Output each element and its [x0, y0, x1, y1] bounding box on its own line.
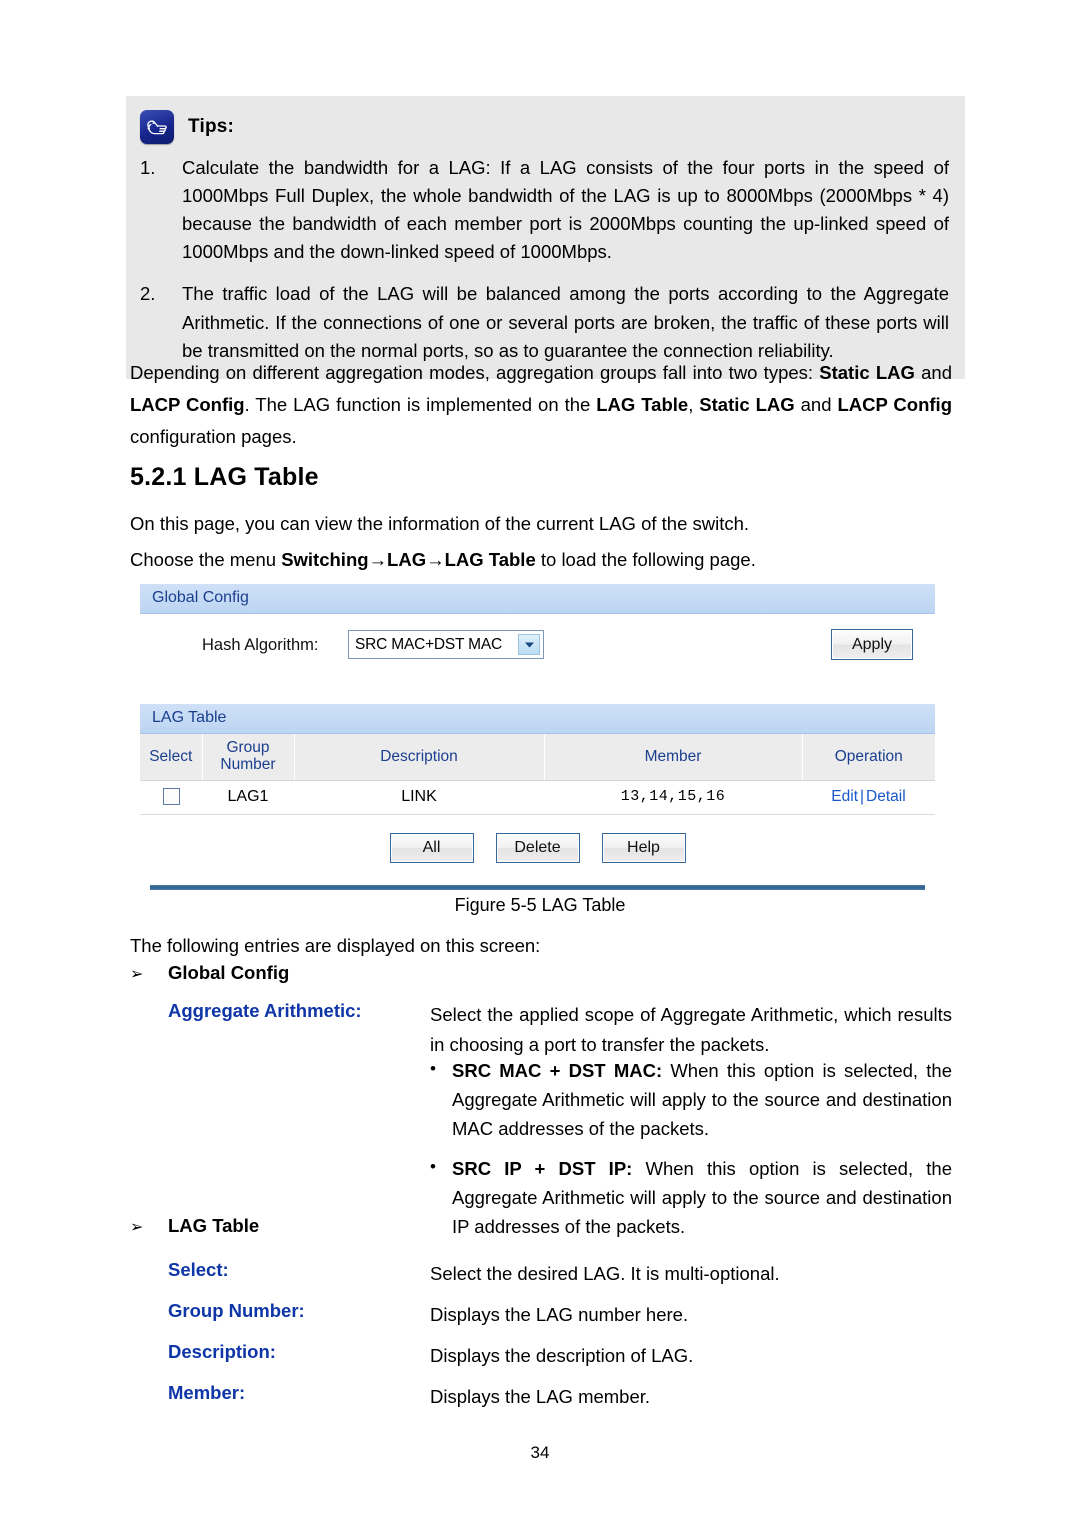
column-header-group-number: Group Number	[202, 734, 295, 781]
row-member: 13,14,15,16	[544, 780, 802, 815]
panel-title-lag-table: LAG Table	[140, 704, 935, 734]
lag-table: Select Group Number Description Member O…	[140, 734, 935, 815]
option-text: SRC MAC + DST MAC: When this option is s…	[452, 1056, 952, 1144]
edit-link[interactable]: Edit	[831, 788, 858, 805]
bullet-icon: •	[430, 1059, 436, 1078]
definition-aggregate-arithmetic: Aggregate Arithmetic: Select the applied…	[130, 1000, 952, 1060]
tip-number: 1.	[140, 157, 156, 178]
delete-button[interactable]: Delete	[495, 832, 580, 863]
intro-text-3: . The LAG function is implemented on the	[244, 393, 597, 415]
row-select-cell	[140, 780, 202, 815]
option-text: SRC IP + DST IP: When this option is sel…	[452, 1154, 952, 1242]
tips-header: Tips:	[126, 106, 965, 150]
table-header-row: Select Group Number Description Member O…	[140, 734, 935, 781]
column-header-select: Select	[140, 734, 203, 781]
tip-item: 2. The traffic load of the LAG will be b…	[126, 276, 965, 364]
figure-caption: Figure 5-5 LAG Table	[454, 895, 626, 915]
menu-path: Switching→LAG→LAG Table	[281, 549, 536, 570]
hash-algorithm-select[interactable]: SRC MAC+DST MAC	[348, 630, 544, 659]
tip-number: 2.	[140, 283, 156, 305]
chevron-down-icon[interactable]	[518, 634, 540, 655]
intro-paragraph: Depending on different aggregation modes…	[130, 357, 952, 452]
group-heading-global-config: ➢ Global Config	[130, 962, 289, 984]
option-label: SRC MAC + DST MAC:	[452, 1060, 663, 1081]
intro-text-5: and	[794, 393, 838, 415]
intro-text-6: configuration pages.	[130, 425, 297, 447]
lag-table-panel: LAG Table Select Group Number Descriptio…	[140, 704, 935, 890]
intro-text-2: and	[914, 362, 953, 383]
section-line-1: On this page, you can view the informati…	[130, 513, 750, 534]
definition-description: Select the applied scope of Aggregate Ar…	[430, 1004, 952, 1055]
group-heading-lag-table: ➢ LAG Table	[130, 1215, 259, 1237]
option-label: SRC IP + DST IP:	[452, 1157, 633, 1179]
all-button[interactable]: All	[389, 832, 474, 863]
tip-spacer	[126, 266, 965, 276]
definition-member: Member: Displays the LAG member.	[130, 1382, 952, 1412]
help-button[interactable]: Help	[601, 832, 686, 863]
definition-description: Displays the description of LAG.	[430, 1345, 694, 1366]
definition-description: Displays the LAG member.	[430, 1386, 651, 1407]
aggregate-arithmetic-options: • SRC MAC + DST MAC: When this option is…	[430, 1056, 952, 1251]
page-number: 34	[530, 1443, 550, 1462]
section-choose-menu-line: Choose the menu Switching→LAG→LAG Table …	[130, 544, 952, 576]
definition-term: Member:	[168, 1382, 246, 1403]
intro-text-1: Depending on different aggregation modes…	[130, 362, 820, 383]
column-header-operation: Operation	[802, 734, 935, 781]
choose-suffix: to load the following page.	[535, 549, 756, 570]
list-arrow-icon: ➢	[130, 1219, 144, 1236]
list-arrow-icon: ➢	[130, 966, 144, 983]
intro-bold-static-lag-2: Static LAG	[699, 393, 795, 415]
panel-title-global-config: Global Config	[140, 584, 935, 614]
intro-bold-lag-table: LAG Table	[596, 393, 689, 415]
definition-description: Select the desired LAG. It is multi-opti…	[430, 1263, 780, 1284]
row-group-number: LAG1	[202, 780, 294, 815]
row-operation: Edit | Detail	[802, 780, 935, 815]
section-heading: 5.2.1 LAG Table	[130, 463, 319, 491]
figure-lag-table-screenshot: Global Config Hash Algorithm: SRC MAC+DS…	[140, 584, 935, 890]
hash-algorithm-value: SRC MAC+DST MAC	[355, 635, 502, 653]
document-page: Tips: 1. Calculate the bandwidth for a L…	[0, 0, 1080, 1527]
intro-bold-static-lag: Static LAG	[819, 362, 915, 383]
tip-text: Calculate the bandwidth for a LAG: If a …	[182, 157, 949, 263]
column-header-description: Description	[294, 734, 545, 781]
detail-link[interactable]: Detail	[866, 788, 906, 805]
operation-separator: |	[860, 787, 865, 805]
intro-bold-lacp-config-2: LACP Config	[837, 393, 952, 415]
tips-title: Tips:	[188, 116, 235, 137]
tips-callout: Tips: 1. Calculate the bandwidth for a L…	[126, 96, 965, 379]
option-item-src-mac-dst-mac: • SRC MAC + DST MAC: When this option is…	[430, 1056, 952, 1144]
definition-term: Description:	[168, 1341, 276, 1362]
global-config-body: Hash Algorithm: SRC MAC+DST MAC Apply	[140, 614, 935, 690]
group-heading-label: LAG Table	[168, 1215, 260, 1236]
definition-term: Aggregate Arithmetic:	[168, 1000, 362, 1021]
definition-group-number: Group Number: Displays the LAG number he…	[130, 1300, 952, 1330]
entries-intro: The following entries are displayed on t…	[130, 935, 541, 956]
row-description: LINK	[294, 780, 544, 815]
option-item-src-ip-dst-ip: • SRC IP + DST IP: When this option is s…	[430, 1154, 952, 1242]
definition-term: Group Number:	[168, 1300, 305, 1321]
table-row: LAG1 LINK 13,14,15,16 Edit | Detail	[140, 780, 935, 815]
bullet-icon: •	[430, 1156, 436, 1176]
intro-text-4: ,	[688, 393, 700, 415]
choose-prefix: Choose the menu	[130, 549, 282, 570]
hash-algorithm-label: Hash Algorithm:	[202, 636, 319, 654]
tip-item: 1. Calculate the bandwidth for a LAG: If…	[126, 150, 965, 266]
apply-button[interactable]: Apply	[831, 629, 913, 660]
group-heading-label: Global Config	[168, 962, 290, 983]
intro-bold-lacp-config: LACP Config	[130, 393, 245, 415]
definition-description: Displays the LAG number here.	[430, 1304, 689, 1325]
table-action-buttons: All Delete Help	[140, 814, 935, 879]
figure-bottom-rule	[150, 884, 925, 890]
definition-term: Select:	[168, 1259, 229, 1280]
column-header-member: Member	[544, 734, 803, 781]
row-checkbox[interactable]	[162, 787, 180, 805]
tip-text: The traffic load of the LAG will be bala…	[182, 283, 949, 361]
pointing-hand-icon	[140, 110, 174, 144]
definition-select: Select: Select the desired LAG. It is mu…	[130, 1259, 952, 1289]
definition-description-row: Description: Displays the description of…	[130, 1341, 952, 1371]
